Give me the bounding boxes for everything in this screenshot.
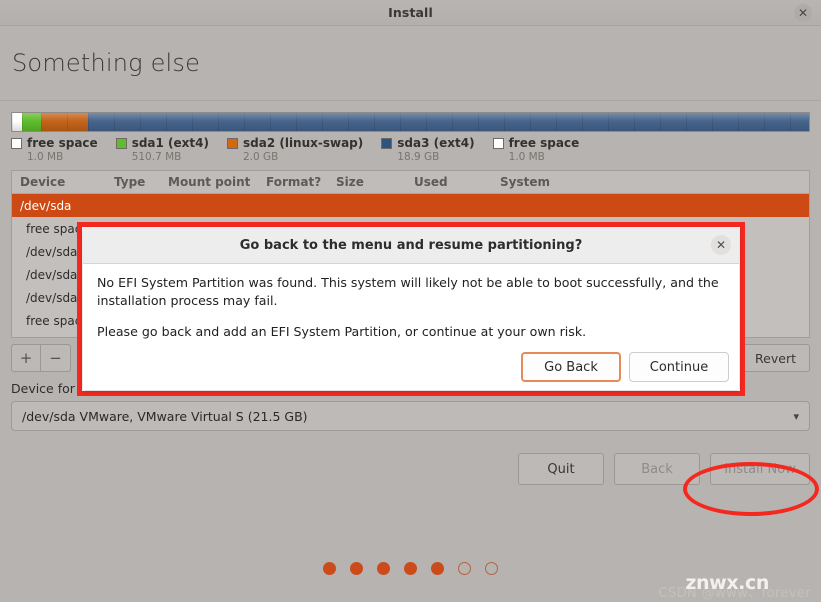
legend-label: sda1 (ext4) [131,136,209,150]
dialog-title: Go back to the menu and resume partition… [239,238,583,253]
dialog-header: Go back to the menu and resume partition… [83,228,739,264]
legend-size: 510.7 MB [131,151,182,163]
close-icon[interactable]: ✕ [711,235,731,255]
partition-legend: free space 1.0 MB sda1 (ext4) 510.7 MB sda2 … [11,136,810,163]
legend-swatch-icon [381,137,393,149]
progress-dot-5 [431,562,444,575]
table-header-row: Device Type Mount point Format? Size Used Syst… [12,171,809,194]
legend-item-3: sda3 (ext4) 18.9 GB [381,136,475,163]
dialog-buttons: Go Back Continue [521,352,729,382]
dialog-paragraph-2: Please go back and add an EFI System Par… [97,323,587,339]
legend-size: 1.0 MB [27,151,64,163]
legend-item-4: free space 1.0 MB [492,136,580,163]
legend-item-top: free space [492,136,580,150]
table-column-header-2[interactable]: Mount point [160,175,258,189]
table-column-header-5[interactable]: Used [406,175,492,189]
back-button[interactable]: Back [614,453,700,485]
remove-partition-button[interactable]: − [41,344,71,372]
bootloader-value: /dev/sda VMware, VMware Virtual S (21.5 … [22,408,308,424]
legend-item-1: sda1 (ext4) 510.7 MB [115,136,209,163]
window-titlebar: Install ✕ [0,0,821,26]
legend-item-0: free space 1.0 MB [11,136,98,163]
partition-segment-1 [21,113,41,131]
progress-dot-4 [404,562,417,575]
legend-item-top: sda1 (ext4) [115,136,209,150]
legend-label: free space [508,136,580,150]
close-icon[interactable]: ✕ [794,4,812,22]
legend-label: sda2 (linux-swap) [242,136,364,150]
legend-label: sda3 (ext4) [397,136,475,150]
legend-item-top: sda2 (linux-swap) [226,136,364,150]
legend-swatch-icon [492,137,504,149]
legend-item-top: free space [11,136,98,150]
window-title: Install [388,5,433,20]
partition-bar [11,112,810,132]
progress-dot-3 [377,562,390,575]
table-column-header-6[interactable]: System [492,175,610,189]
table-column-header-4[interactable]: Size [328,175,406,189]
legend-swatch-icon [226,137,238,149]
revert-button[interactable]: Revert [741,344,810,372]
legend-item-top: sda3 (ext4) [381,136,475,150]
chevron-down-icon: ▾ [793,409,799,423]
partition-segment-3 [87,113,809,131]
go-back-button[interactable]: Go Back [521,352,621,382]
legend-size: 2.0 GB [242,151,279,163]
legend-swatch-icon [11,137,22,149]
quit-button[interactable]: Quit [518,453,604,485]
install-window: Install ✕ Something else free space 1.0 M… [0,0,821,602]
continue-button[interactable]: Continue [629,352,729,382]
partition-segment-0 [12,113,22,131]
dialog-body: No EFI System Partition was found. This … [83,264,739,390]
add-remove-group: + − [11,344,71,372]
table-column-header-1[interactable]: Type [106,175,160,189]
legend-item-2: sda2 (linux-swap) 2.0 GB [226,136,364,163]
add-partition-button[interactable]: + [11,344,41,372]
table-column-header-3[interactable]: Format? [258,175,328,189]
legend-label: free space [27,136,98,150]
progress-dots [0,562,821,575]
legend-size: 1.0 MB [508,151,545,163]
legend-swatch-icon [115,137,127,149]
action-buttons: Quit Back Install Now [11,453,810,485]
table-column-header-0[interactable]: Device [12,175,106,189]
partition-segment-2 [40,113,88,131]
page-title: Something else [12,49,201,77]
legend-size: 18.9 GB [397,151,440,163]
progress-dot-2 [350,562,363,575]
efi-warning-dialog: Go back to the menu and resume partition… [83,228,739,390]
dialog-paragraph-1: No EFI System Partition was found. This … [97,275,719,308]
page-heading: Something else [0,26,821,101]
table-row[interactable]: /dev/sda [12,194,809,217]
progress-dot-6 [458,562,471,575]
progress-dot-1 [323,562,336,575]
bootloader-select[interactable]: /dev/sda VMware, VMware Virtual S (21.5 … [11,401,810,431]
progress-dot-7 [485,562,498,575]
install-now-button[interactable]: Install Now [710,453,810,485]
